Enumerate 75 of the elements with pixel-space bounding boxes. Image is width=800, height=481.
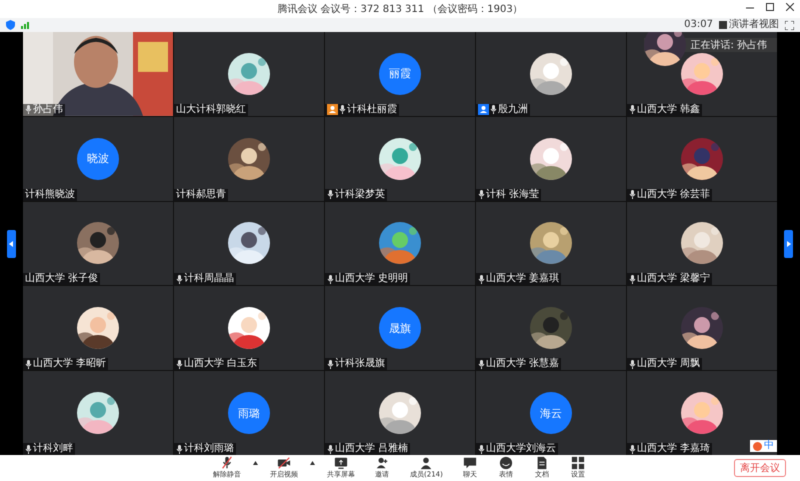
caret-icon[interactable] <box>310 461 315 465</box>
name-text: 山大计科郭晓红 <box>176 104 246 116</box>
name-text: 山西大学刘海云 <box>486 443 556 455</box>
mic-icon <box>327 190 334 200</box>
signal-icon <box>21 22 30 28</box>
ime-mode[interactable]: 中 <box>764 441 774 451</box>
name-text: 山西大学 张子俊 <box>25 273 98 286</box>
name-text: 山西大学 周飘 <box>637 358 700 370</box>
name-text: 山西大学 李昭昕 <box>33 358 106 370</box>
mic-icon <box>327 444 334 454</box>
mic-icon <box>25 444 32 454</box>
mic-icon <box>478 274 485 284</box>
grid-icon <box>571 456 586 470</box>
person-plus-icon <box>374 456 389 470</box>
name-text: 计科周晶晶 <box>184 273 234 286</box>
camera-icon <box>276 456 291 470</box>
arrow-left-icon <box>9 240 14 246</box>
mic-icon <box>327 274 334 284</box>
shield-icon <box>6 20 15 30</box>
name-text: 山西大学 梁馨宁 <box>637 273 710 286</box>
close-icon[interactable] <box>786 3 794 11</box>
initials-avatar: 晟旗 <box>379 307 421 350</box>
mic-icon <box>629 274 636 284</box>
mic-icon <box>176 360 183 369</box>
name-text: 计科杜丽霞 <box>347 104 397 116</box>
initials-avatar: 海云 <box>530 392 572 434</box>
initials-avatar: 丽霞 <box>379 52 421 95</box>
previous-page-button[interactable] <box>7 230 16 258</box>
mic-icon <box>629 360 636 369</box>
name-text: 殷九洲 <box>498 104 528 116</box>
mic-icon <box>478 190 485 200</box>
initials-avatar: 雨璐 <box>228 392 270 434</box>
meeting-timer: 03:07 <box>684 20 713 30</box>
ime-logo-icon <box>753 442 762 450</box>
mic-icon <box>629 444 636 454</box>
speaking-label: 正在讲话: 孙占伟 <box>690 38 767 52</box>
initials-avatar: 晓波 <box>77 138 119 180</box>
name-text: 山西大学 李嘉琦 <box>637 443 710 455</box>
person-icon <box>418 456 433 470</box>
name-text: 计科刘畔 <box>33 443 73 455</box>
name-text: 计科郝思青 <box>176 188 226 201</box>
name-text: 计科熊晓波 <box>25 188 75 201</box>
mic-icon <box>25 105 32 114</box>
name-text: 孙占伟 <box>33 104 63 116</box>
mic-icon <box>176 274 183 284</box>
name-text: 山西大学 韩鑫 <box>637 104 700 116</box>
maximize-icon[interactable] <box>766 3 774 11</box>
window-title: 腾讯会议 会议号：372 813 311 （会议密码：1903） <box>277 2 523 16</box>
mic-icon <box>629 190 636 200</box>
name-text: 山西大学 张慧嘉 <box>486 358 560 370</box>
mic-icon <box>327 360 334 369</box>
next-page-button[interactable] <box>784 230 793 258</box>
arrow-right-icon <box>786 240 791 246</box>
name-text: 山西大学 白玉东 <box>184 358 258 370</box>
mic-icon <box>176 444 183 454</box>
speaker-view-button[interactable]: 演讲者视图 <box>719 20 779 30</box>
mic-icon <box>478 444 485 454</box>
name-text: 山西大学 姜嘉琪 <box>486 273 560 286</box>
name-text: 计科 张海莹 <box>486 188 540 201</box>
name-text: 山西大学 史明明 <box>335 273 408 286</box>
name-text: 山西大学 吕雅楠 <box>335 443 408 455</box>
name-text: 山西大学 徐芸菲 <box>637 188 710 201</box>
name-text: 计科张晟旗 <box>335 358 385 370</box>
fullscreen-icon[interactable] <box>785 20 794 30</box>
mic-icon <box>629 105 636 114</box>
mic-icon <box>478 360 485 369</box>
mic-icon <box>339 105 346 114</box>
mic-icon <box>25 360 32 369</box>
mic-icon <box>490 105 497 114</box>
square-icon <box>719 21 727 29</box>
chat-icon <box>463 456 478 470</box>
caret-icon[interactable] <box>252 461 258 465</box>
name-text: 计科梁梦英 <box>335 188 385 201</box>
leave-meeting-button[interactable]: 离开会议 <box>734 459 786 477</box>
name-text: 计科刘雨璐 <box>184 443 234 455</box>
